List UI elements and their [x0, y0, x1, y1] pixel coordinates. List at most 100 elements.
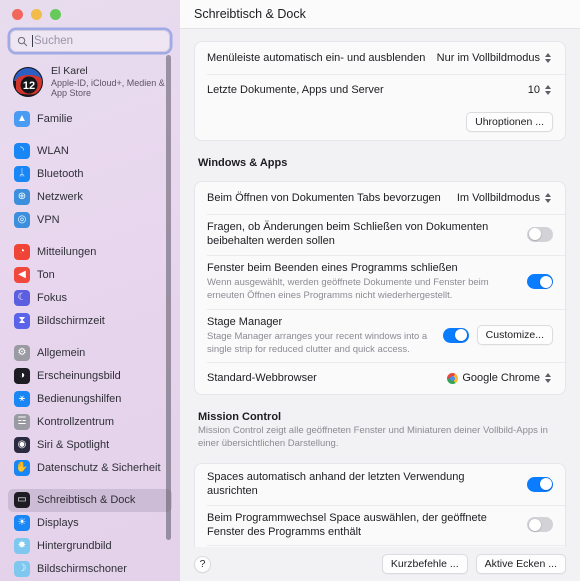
- setting-label-group: Beim Öffnen von Dokumenten Tabs bevorzug…: [207, 185, 447, 211]
- settings-content: Menüleiste automatisch ein- und ausblend…: [180, 29, 580, 547]
- help-button[interactable]: ?: [194, 555, 211, 573]
- sidebar-item-schreibtisch-dock[interactable]: ▭ Schreibtisch & Dock: [8, 488, 172, 512]
- sidebar-item-label: Mitteilungen: [37, 246, 97, 259]
- chrome-icon: [447, 372, 459, 384]
- setting-row-menüleiste-automatisch-ein-und-ausblende: Menüleiste automatisch ein- und ausblend…: [195, 42, 565, 74]
- text-caret: [32, 35, 33, 47]
- setting-row-fragen-ob-änderungen-beim-schlie-en-von-: Fragen, ob Änderungen beim Schließen von…: [195, 214, 565, 255]
- setting-label: Spaces automatisch anhand der letzten Ve…: [207, 471, 465, 498]
- toggle-switch[interactable]: [527, 517, 553, 533]
- wifi-icon: ◝: [14, 143, 30, 160]
- toggle-switch[interactable]: [527, 274, 553, 290]
- sidebar-item-displays[interactable]: ☀ Displays: [8, 512, 172, 535]
- chevron-updown-icon: [544, 191, 553, 205]
- search-box[interactable]: [10, 30, 170, 52]
- chevron-updown-icon: [544, 371, 553, 385]
- setting-label-group: Stage Manager Stage Manager arranges your…: [207, 309, 433, 363]
- popup-button[interactable]: 10: [528, 83, 553, 97]
- nav-group-separator: [0, 232, 180, 241]
- account-text: El Karel Apple-ID, iCloud+, Medien & App…: [51, 65, 168, 99]
- nav-group: ▲ Familie: [0, 108, 180, 131]
- sidebar-item-mitteilungen[interactable]: ◔ Mitteilungen: [8, 241, 172, 264]
- setting-description: Wenn ausgewählt, werden geöffnete Dokume…: [207, 276, 489, 301]
- clock-options-row: Uhroptionen ...: [195, 106, 565, 140]
- bluetooth-icon: ᛦ: [14, 166, 30, 183]
- screentime-icon: ⧗: [14, 313, 30, 330]
- page-title: Schreibtisch & Dock: [194, 7, 306, 21]
- popup-button[interactable]: Im Vollbildmodus: [457, 191, 553, 205]
- sidebar-item-label: Bildschirmschoner: [37, 563, 127, 576]
- setting-row-beim-öffnen-von-dokumenten-tabs-bevorzug: Beim Öffnen von Dokumenten Tabs bevorzug…: [195, 182, 565, 214]
- setting-control: Nur im Vollbildmodus: [427, 51, 553, 65]
- setting-label-group: Menüleiste automatisch ein- und ausblend…: [207, 45, 427, 71]
- appearance-icon: ◑: [14, 368, 30, 385]
- section-subtitle-mission: Mission Control zeigt alle geöffneten Fe…: [198, 425, 548, 450]
- sidebar-item-datenschutz-sicherheit[interactable]: ✋ Datenschutz & Sicherheit: [8, 457, 172, 480]
- setting-label: Beim Programmwechsel Space auswählen, de…: [207, 511, 487, 538]
- sidebar-item-netzwerk[interactable]: ⊕ Netzwerk: [8, 186, 172, 209]
- popup-button[interactable]: Nur im Vollbildmodus: [437, 51, 553, 65]
- shortcuts-button[interactable]: Kurzbefehle ...: [381, 554, 468, 574]
- sidebar-item-ton[interactable]: ◀ Ton: [8, 264, 172, 287]
- sidebar-scrollbar[interactable]: [166, 55, 171, 540]
- sidebar-item-label: VPN: [37, 214, 60, 227]
- sidebar-item-vpn[interactable]: ◎ VPN: [8, 209, 172, 232]
- main-panel: Schreibtisch & Dock Menüleiste automatis…: [180, 0, 580, 581]
- sidebar-item-bluetooth[interactable]: ᛦ Bluetooth: [8, 163, 172, 186]
- customize-button[interactable]: Customize...: [476, 325, 553, 346]
- popup-value: Nur im Vollbildmodus: [436, 52, 540, 64]
- toggle-switch[interactable]: [527, 476, 553, 492]
- setting-row-stage-manager: Stage Manager Stage Manager arranges your…: [195, 308, 565, 363]
- account-name: El Karel: [51, 65, 88, 77]
- sidebar-item-hintergrundbild[interactable]: ✸ Hintergrundbild: [8, 535, 172, 558]
- popup-button[interactable]: Google Chrome: [447, 371, 553, 385]
- hot-corners-button[interactable]: Aktive Ecken ...: [475, 554, 566, 574]
- sidebar-nav: ▲ Familie ◝ WLAN ᛦ Bluetooth ⊕ Netzwerk ◎ VPN ◔ Mit…: [0, 108, 180, 581]
- zoom-button[interactable]: [50, 9, 61, 20]
- family-icon: ▲: [14, 111, 30, 128]
- setting-label: Beim Öffnen von Dokumenten Tabs bevorzug…: [207, 191, 441, 204]
- nav-group: ⚙ Allgemein ◑ Erscheinungsbild ⚹ Bedienungshi…: [0, 342, 180, 480]
- sidebar-item-allgemein[interactable]: ⚙ Allgemein: [8, 342, 172, 365]
- sidebar-item-label: Fokus: [37, 292, 67, 305]
- footer-bar: ? Kurzbefehle ... Aktive Ecken ...: [180, 547, 580, 581]
- sidebar-item-fokus[interactable]: ☾ Fokus: [8, 287, 172, 310]
- setting-control: [517, 226, 553, 242]
- setting-label-group: Fenster beim Beenden eines Programms sch…: [207, 255, 517, 309]
- minimize-button[interactable]: [31, 9, 42, 20]
- sidebar-item-wlan[interactable]: ◝ WLAN: [8, 140, 172, 163]
- sidebar-item-label: Allgemein: [37, 347, 86, 360]
- sidebar-item-siri-spotlight[interactable]: ◉ Siri & Spotlight: [8, 434, 172, 457]
- accessibility-icon: ⚹: [14, 391, 30, 408]
- sidebar-item-kontrollzentrum[interactable]: ☲ Kontrollzentrum: [8, 411, 172, 434]
- system-settings-window: 12 El Karel Apple-ID, iCloud+, Medien & …: [0, 0, 580, 581]
- privacy-icon: ✋: [14, 460, 30, 477]
- sidebar-item-erscheinungsbild[interactable]: ◑ Erscheinungsbild: [8, 365, 172, 388]
- sidebar-item-label: Erscheinungsbild: [37, 370, 121, 383]
- close-button[interactable]: [12, 9, 23, 20]
- notifications-icon: ◔: [14, 244, 30, 261]
- setting-label: Letzte Dokumente, Apps und Server: [207, 83, 384, 96]
- toggle-switch[interactable]: [442, 327, 469, 343]
- sidebar-item-familie[interactable]: ▲ Familie: [8, 108, 172, 131]
- setting-label-group: Fragen, ob Änderungen beim Schließen von…: [207, 214, 517, 255]
- clock-options-button[interactable]: Uhroptionen ...: [466, 112, 553, 132]
- nav-group-separator: [0, 480, 180, 489]
- sidebar-item-bedienungshilfen[interactable]: ⚹ Bedienungshilfen: [8, 388, 172, 411]
- setting-label: Fenster beim Beenden eines Programms sch…: [207, 261, 458, 274]
- windows-apps-card: Beim Öffnen von Dokumenten Tabs bevorzug…: [194, 181, 566, 396]
- chevron-updown-icon: [544, 83, 553, 97]
- sidebar-item-bildschirmschoner[interactable]: ☽ Bildschirmschoner: [8, 558, 172, 581]
- vpn-icon: ◎: [14, 212, 30, 229]
- search-input[interactable]: [34, 35, 144, 47]
- setting-control: Customize...: [433, 325, 553, 346]
- sidebar-item-bildschirmzeit[interactable]: ⧗ Bildschirmzeit: [8, 310, 172, 333]
- account-subtitle: Apple-ID, iCloud+, Medien & App Store: [51, 78, 165, 99]
- toggle-switch[interactable]: [527, 226, 553, 242]
- sidebar: 12 El Karel Apple-ID, iCloud+, Medien & …: [0, 0, 180, 581]
- nav-group-separator: [0, 333, 180, 342]
- setting-label: Standard-Webbrowser: [207, 372, 317, 385]
- setting-row-letzte-dokumente-apps-und-server: Letzte Dokumente, Apps und Server 10: [195, 74, 565, 106]
- account-row[interactable]: 12 El Karel Apple-ID, iCloud+, Medien & …: [9, 62, 172, 102]
- setting-control: 10: [518, 83, 553, 97]
